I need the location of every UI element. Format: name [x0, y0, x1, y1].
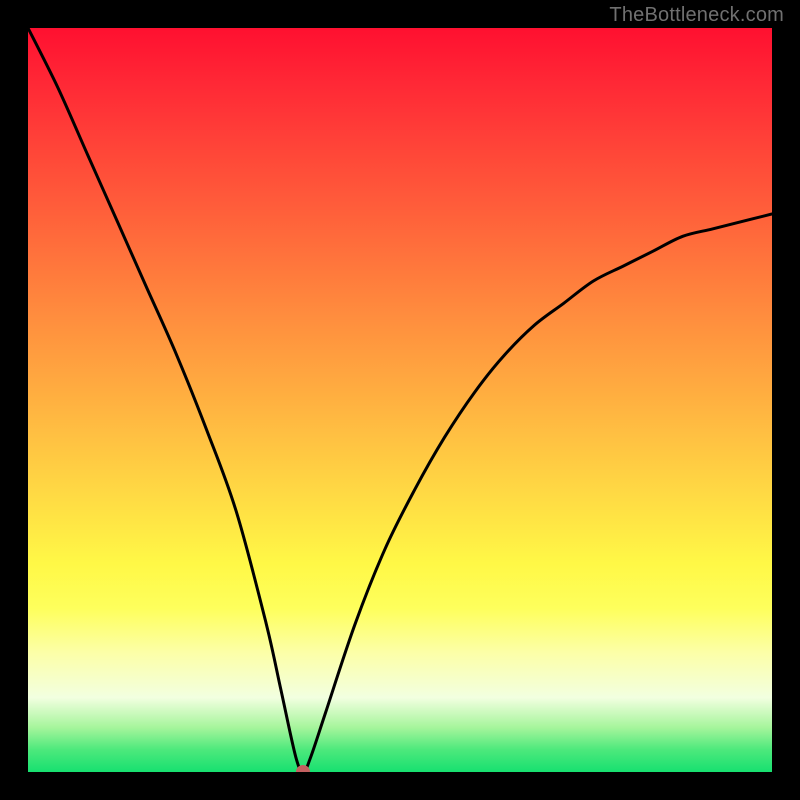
plot-area — [28, 28, 772, 772]
outer-frame: TheBottleneck.com — [0, 0, 800, 800]
watermark-text: TheBottleneck.com — [609, 4, 784, 27]
bottleneck-curve — [28, 28, 772, 772]
optimum-marker — [296, 765, 310, 772]
